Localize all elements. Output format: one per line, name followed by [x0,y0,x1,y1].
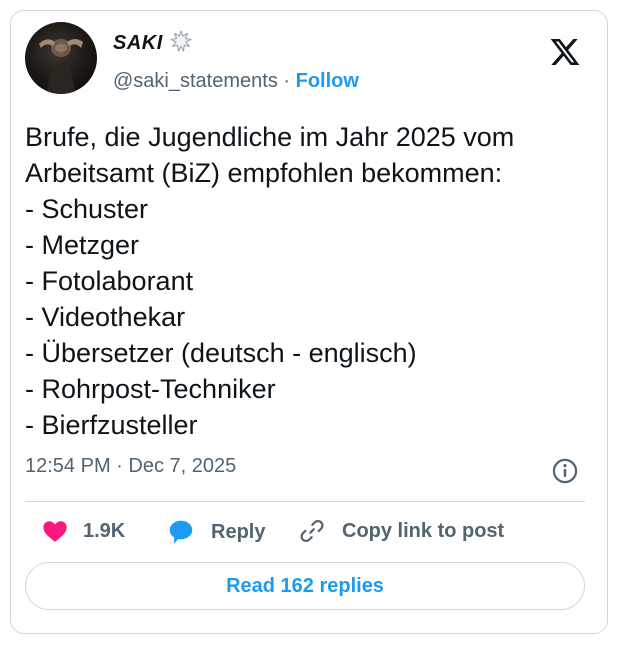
tweet-line: - Metzger [25,230,140,260]
author-handle-row: @saki_statements · Follow [113,70,359,93]
anger-burst-icon [169,29,193,58]
author-name-row: SAKI [113,29,193,58]
follow-button[interactable]: Follow [296,70,359,92]
x-logo-icon[interactable] [548,36,582,68]
tweet-line: - Rohrpost-Techniker [25,374,276,404]
heart-icon [41,517,69,545]
like-count: 1.9K [83,519,126,542]
handle-separator: · [277,70,296,92]
date-separator: · [110,455,129,477]
tweet-line: - Schuster [25,194,149,224]
tweet-line: - Fotolaborant [25,266,194,296]
author-handle[interactable]: @saki_statements [113,70,278,92]
link-icon [298,517,326,545]
tweet-timestamp[interactable]: 12:54 PM · Dec 7, 2025 [25,455,236,478]
divider [25,501,585,502]
reply-label: Reply [211,520,266,543]
avatar-image [39,39,83,94]
tweet-line: Arbeitsamt (BiZ) empfohlen bekommen: [25,158,503,188]
copy-link-label: Copy link to post [342,519,505,542]
info-icon[interactable] [551,457,579,485]
author-display-name[interactable]: SAKI [113,32,163,55]
tweet-text: Brufe, die Jugendliche im Jahr 2025 vom … [25,119,585,443]
tweet-line: - Bierfzusteller [25,410,198,440]
speech-bubble-icon [166,517,196,547]
read-replies-button[interactable]: Read 162 replies [25,562,585,610]
avatar[interactable] [25,22,97,94]
tweet-line: - Videothekar [25,302,186,332]
tweet-date: Dec 7, 2025 [128,455,237,477]
tweet-line: - Übersetzer (deutsch - englisch) [25,338,417,368]
tweet-line: Brufe, die Jugendliche im Jahr 2025 vom [25,122,515,152]
reply-button[interactable]: Reply [166,517,265,547]
like-button[interactable]: 1.9K [41,517,125,545]
copy-link-button[interactable]: Copy link to post [298,517,504,545]
tweet-time: 12:54 PM [25,455,111,477]
